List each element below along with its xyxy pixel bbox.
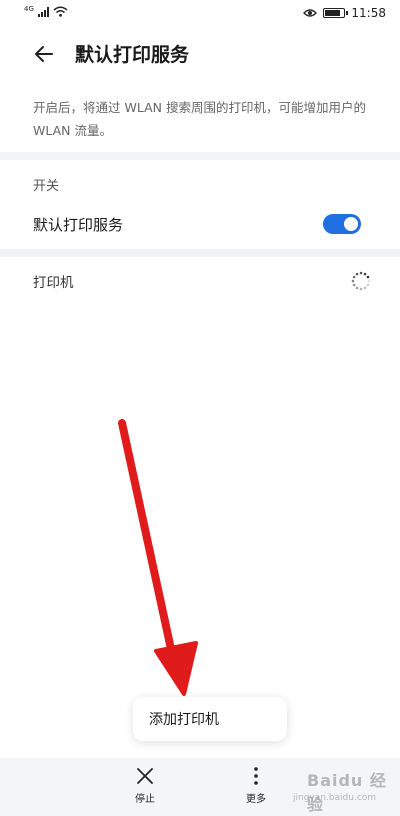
eye-comfort-icon (303, 9, 318, 17)
spinner-dot (363, 272, 367, 276)
page-title: 默认打印服务 (75, 44, 190, 66)
default-print-service-label: 默认打印服务 (33, 216, 124, 234)
battery-level (325, 10, 340, 16)
spinner-dot (352, 275, 356, 279)
status-bar: 4G 11:58 (0, 0, 400, 28)
spinner-dot (366, 283, 370, 287)
spinner-dot (359, 287, 363, 291)
annotation-arrow (118, 419, 198, 696)
status-time: 11:58 (351, 6, 386, 20)
stop-button-label: 停止 (135, 794, 155, 805)
spinner-dot (351, 279, 355, 283)
status-right: 11:58 (303, 6, 386, 20)
default-print-service-toggle[interactable] (323, 214, 361, 234)
section-divider (0, 249, 400, 257)
status-left: 4G (24, 4, 68, 17)
spinner-dot (355, 286, 359, 290)
header: 默认打印服务 (0, 30, 400, 78)
spinner-dot (355, 272, 359, 276)
spinner-dot (363, 286, 367, 290)
description-text: 开启后，将通过 WLAN 搜索周围的打印机，可能增加用户的 WLAN 流量。 (33, 100, 366, 138)
more-popup-menu: 添加打印机 (133, 697, 287, 741)
toggle-knob (344, 217, 358, 231)
spinner-dot (367, 279, 371, 283)
network-type: 4G (24, 4, 34, 13)
watermark: Baidu 经验 jingyan.baidu.com (285, 765, 395, 814)
more-button-label: 更多 (246, 794, 266, 805)
watermark-main: Baidu 经验 (307, 771, 387, 814)
arrow-head (154, 641, 198, 696)
back-arrow-icon[interactable] (32, 42, 56, 66)
add-printer-menu-item[interactable]: 添加打印机 (149, 709, 219, 729)
close-icon (137, 768, 153, 784)
spinner-dot (366, 275, 370, 279)
spinner-dot (352, 283, 356, 287)
arrow-shaft (118, 419, 178, 667)
spinner-dot (359, 271, 363, 275)
more-vertical-icon (254, 767, 258, 785)
wifi-icon (53, 6, 68, 17)
signal-icon (37, 6, 49, 17)
watermark-sub: jingyan.baidu.com (293, 793, 377, 803)
battery-icon (323, 8, 349, 18)
stop-button[interactable]: 停止 (115, 766, 175, 805)
loading-spinner-icon (351, 271, 371, 291)
section-label-switch: 开关 (33, 179, 60, 194)
section-divider (0, 152, 400, 160)
printers-section-label: 打印机 (33, 275, 74, 291)
more-button[interactable]: 更多 (226, 766, 286, 805)
